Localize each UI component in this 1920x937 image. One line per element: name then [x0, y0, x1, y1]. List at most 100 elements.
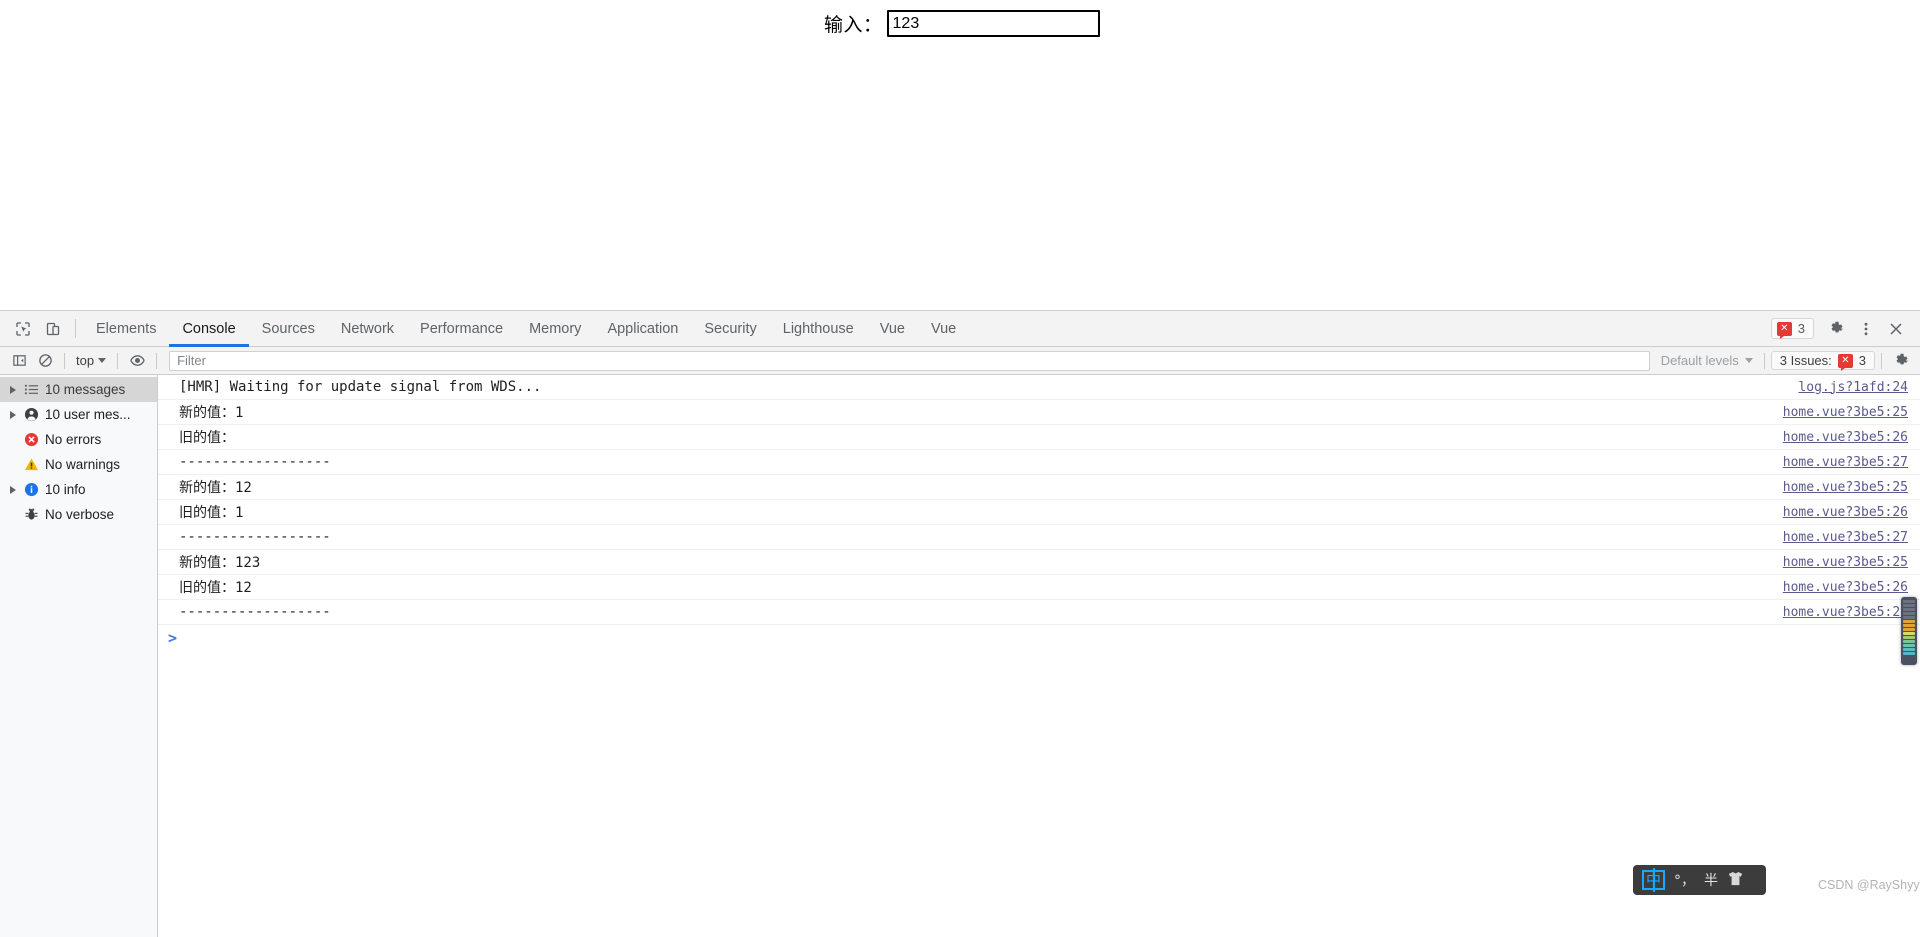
tab-application[interactable]: Application	[594, 311, 691, 346]
console-message-row: ------------------ home.vue?3be5:27	[158, 450, 1920, 475]
console-scroll-minimap[interactable]	[1901, 597, 1917, 665]
console-sidebar-toggle-icon[interactable]	[6, 350, 32, 372]
console-message-row: 新的值：12 home.vue?3be5:25	[158, 475, 1920, 500]
console-message-source-link[interactable]: home.vue?3be5:26	[1783, 580, 1908, 595]
watermark: CSDN @RayShyy	[1818, 878, 1920, 892]
input-label: 输入：	[824, 14, 883, 36]
sidebar-item-label: 10 user mes...	[45, 407, 131, 422]
tab-lighthouse[interactable]: Lighthouse	[770, 311, 867, 346]
console-message-row: 旧的值：1 home.vue?3be5:26	[158, 500, 1920, 525]
console-message-source-link[interactable]: home.vue?3be5:27	[1783, 455, 1908, 470]
expand-arrow-icon[interactable]	[6, 410, 19, 419]
more-options-icon[interactable]	[1852, 315, 1880, 343]
sidebar-item-no-warnings[interactable]: No warnings	[0, 452, 157, 477]
info-icon	[19, 482, 43, 497]
tab-vue[interactable]: Vue	[867, 311, 918, 346]
toolbar-divider	[64, 352, 65, 369]
tab-elements[interactable]: Elements	[83, 311, 169, 346]
sidebar-item-label: No verbose	[45, 507, 115, 522]
console-message-text: [HMR] Waiting for update signal from WDS…	[179, 379, 542, 395]
console-message-text: ------------------	[179, 454, 331, 470]
expand-arrow-icon[interactable]	[6, 485, 19, 494]
console-message-source-link[interactable]: home.vue?3be5:26	[1783, 505, 1908, 520]
expand-arrow-icon[interactable]	[6, 385, 19, 394]
sidebar-item-label: 10 messages	[45, 382, 126, 397]
message-list: [HMR] Waiting for update signal from WDS…	[158, 375, 1920, 625]
chevron-down-icon	[1744, 358, 1753, 363]
error-icon	[1776, 321, 1792, 339]
tab-memory[interactable]: Memory	[516, 311, 594, 346]
minimap-tick	[1903, 632, 1915, 635]
ime-toolbar[interactable]: 中 °， 半	[1633, 865, 1766, 895]
clear-console-icon[interactable]	[32, 350, 58, 372]
prompt-arrow-icon: >	[168, 628, 178, 647]
minimap-tick	[1903, 640, 1915, 643]
console-message-row: ------------------ home.vue?3be5:27	[158, 525, 1920, 550]
issues-button[interactable]: 3 Issues: 3	[1770, 351, 1875, 371]
console-message-text: 旧的值：1	[179, 505, 244, 521]
gear-icon[interactable]	[1888, 350, 1914, 372]
sidebar-item-10-messages[interactable]: 10 messages	[0, 377, 157, 402]
devtools-tabbar: Elements Console Sources Network Performance…	[0, 311, 1920, 347]
tab-performance[interactable]: Performance	[407, 311, 516, 346]
log-levels-label: Default levels	[1660, 353, 1739, 368]
console-message-row: ------------------ home.vue?3be5:27	[158, 600, 1920, 625]
toolbar-divider	[117, 352, 119, 369]
inspected-page: 输入：	[0, 0, 1920, 310]
sidebar-item-no-errors[interactable]: No errors	[0, 427, 157, 452]
inspect-element-icon[interactable]	[8, 311, 38, 346]
ime-language-mode[interactable]: 中	[1642, 868, 1666, 892]
console-message-source-link[interactable]: home.vue?3be5:27	[1783, 605, 1908, 620]
console-messages: [HMR] Waiting for update signal from WDS…	[158, 375, 1920, 937]
error-count-badge[interactable]: 3	[1770, 318, 1814, 339]
shirt-icon[interactable]	[1727, 871, 1744, 890]
console-message-source-link[interactable]: home.vue?3be5:25	[1783, 405, 1908, 420]
devtools-panel: Elements Console Sources Network Performance…	[0, 310, 1920, 937]
minimap-tick	[1903, 604, 1915, 607]
minimap-tick	[1903, 608, 1915, 611]
console-message-text: ------------------	[179, 604, 331, 620]
console-message-source-link[interactable]: home.vue?3be5:27	[1783, 530, 1908, 545]
console-body: 10 messages 10 user mes... No errors No war…	[0, 375, 1920, 937]
console-message-text: 新的值：123	[179, 555, 261, 571]
log-levels-select[interactable]: Default levels	[1656, 352, 1758, 369]
console-message-row: 旧的值：12 home.vue?3be5:26	[158, 575, 1920, 600]
tab-console[interactable]: Console	[169, 311, 249, 347]
device-toolbar-icon[interactable]	[38, 311, 68, 346]
value-input[interactable]	[886, 10, 1100, 37]
sidebar-item-label: No errors	[45, 432, 102, 447]
issues-label: 3 Issues:	[1779, 353, 1832, 368]
tab-vue-2[interactable]: Vue	[918, 311, 969, 346]
sidebar-item-10-user-mes[interactable]: 10 user mes...	[0, 402, 157, 427]
tab-sources[interactable]: Sources	[249, 311, 328, 346]
execution-context-select[interactable]: top	[71, 352, 111, 369]
minimap-tick	[1903, 616, 1915, 619]
ime-width-mode[interactable]: 半	[1704, 870, 1718, 890]
console-message-row: 新的值：1 home.vue?3be5:25	[158, 400, 1920, 425]
chevron-down-icon	[98, 358, 107, 363]
minimap-tick	[1903, 612, 1915, 615]
console-message-source-link[interactable]: log.js?1afd:24	[1798, 380, 1908, 395]
list-icon	[19, 382, 43, 397]
error-icon	[1837, 353, 1853, 371]
gear-icon[interactable]	[1822, 315, 1850, 343]
tab-network[interactable]: Network	[328, 311, 407, 346]
sidebar-item-no-verbose[interactable]: No verbose	[0, 502, 157, 527]
sidebar-item-label: No warnings	[45, 457, 121, 472]
minimap-tick	[1903, 648, 1915, 651]
tab-security[interactable]: Security	[691, 311, 769, 346]
toolbar-divider	[75, 319, 76, 338]
minimap-tick	[1903, 620, 1915, 623]
console-prompt[interactable]: >	[158, 625, 1920, 650]
ime-punctuation-mode[interactable]: °，	[1674, 870, 1695, 890]
console-message-source-link[interactable]: home.vue?3be5:25	[1783, 480, 1908, 495]
close-icon[interactable]	[1882, 315, 1910, 343]
console-message-row: 旧的值： home.vue?3be5:26	[158, 425, 1920, 450]
live-expression-icon[interactable]	[124, 350, 150, 372]
filter-input[interactable]	[169, 350, 1650, 371]
toolbar-divider	[1881, 352, 1882, 369]
console-message-source-link[interactable]: home.vue?3be5:26	[1783, 430, 1908, 445]
console-message-source-link[interactable]: home.vue?3be5:25	[1783, 555, 1908, 570]
sidebar-item-10-info[interactable]: 10 info	[0, 477, 157, 502]
user-icon	[19, 407, 43, 422]
